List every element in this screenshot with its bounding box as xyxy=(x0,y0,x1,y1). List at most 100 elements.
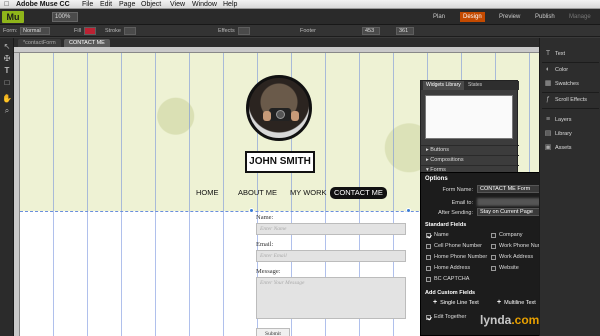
library-panel-icon: ▤ xyxy=(544,130,552,137)
submit-button[interactable]: Submit xyxy=(256,328,290,336)
workspace-publish[interactable]: Publish xyxy=(532,12,558,22)
fill-swatch[interactable] xyxy=(84,27,96,35)
checkbox-home-phone[interactable]: Home Phone Number xyxy=(426,254,487,260)
tab-widgets-library[interactable]: Widgets Library xyxy=(423,81,464,90)
menu-view[interactable]: View xyxy=(170,0,185,9)
form-state-select[interactable]: Normal xyxy=(20,27,50,35)
message-field-label: Message: xyxy=(256,268,281,275)
checkbox-icon xyxy=(491,232,496,238)
workspace-manage[interactable]: Manage xyxy=(566,12,594,22)
lynda-watermark: lynda.com xyxy=(480,313,540,327)
nav-contact-me[interactable]: CONTACT ME xyxy=(330,187,387,199)
menu-window[interactable]: Window xyxy=(192,0,217,9)
widget-category-compositions[interactable]: ▸ Compositions xyxy=(421,155,519,164)
plus-icon: + xyxy=(433,299,438,306)
form-name-label: Form Name: xyxy=(442,187,473,193)
menu-edit[interactable]: Edit xyxy=(100,0,112,9)
tab-states[interactable]: States xyxy=(465,81,485,90)
name-field[interactable]: Enter Name xyxy=(256,223,406,235)
app-name-menu[interactable]: Adobe Muse CC xyxy=(16,0,70,9)
dock-divider xyxy=(542,92,599,93)
widgets-library-panel: Widgets Library States ▸ Buttons ▸ Compo… xyxy=(420,80,519,175)
email-field[interactable]: Enter Email xyxy=(256,250,406,262)
app-bar: Mu 100% Plan Design Preview Publish Mana… xyxy=(0,9,600,25)
footer-label: Footer xyxy=(300,28,316,34)
workspace-design[interactable]: Design xyxy=(460,12,485,22)
text-panel-icon: T xyxy=(545,50,551,57)
rectangle-tool-icon[interactable]: □ xyxy=(2,78,12,88)
checkbox-icon xyxy=(491,254,496,260)
swatches-panel-icon: ▦ xyxy=(544,80,552,87)
checkbox-cell-phone[interactable]: Cell Phone Number xyxy=(426,243,482,249)
checkbox-home-address[interactable]: Home Address xyxy=(426,265,470,271)
nav-my-work[interactable]: MY WORK xyxy=(290,187,327,199)
layers-panel-icon: ≡ xyxy=(545,116,551,123)
plus-icon: + xyxy=(497,299,502,306)
selection-handle[interactable] xyxy=(249,208,254,213)
text-tool-icon[interactable]: T xyxy=(2,66,12,76)
checkbox-edit-together[interactable]: Edit Together xyxy=(426,314,466,320)
tools-panel: ↖ ✠ T □ ✋ ⌕ xyxy=(0,38,14,336)
zoom-select[interactable]: 100% xyxy=(52,12,78,22)
email-to-label: Email to: xyxy=(451,200,473,206)
dock-text[interactable]: T Text xyxy=(544,48,565,60)
checkbox-company[interactable]: Company xyxy=(491,232,523,238)
zoom-tool-icon[interactable]: ⌕ xyxy=(2,106,12,116)
nav-home[interactable]: HOME xyxy=(196,187,219,199)
stroke-swatch[interactable] xyxy=(124,27,136,35)
dock-library[interactable]: ▤ Library xyxy=(544,128,572,140)
menu-help[interactable]: Help xyxy=(223,0,237,9)
menu-page[interactable]: Page xyxy=(119,0,135,9)
menu-object[interactable]: Object xyxy=(141,0,161,9)
dock-divider xyxy=(542,62,599,63)
menu-bar:  Adobe Muse CC File Edit Page Object Vi… xyxy=(0,0,600,9)
selection-handle[interactable] xyxy=(406,208,411,213)
options-title: Options xyxy=(425,176,448,182)
widgets-panel-tabs: Widgets Library States xyxy=(421,81,519,90)
hand-tool-icon[interactable]: ✋ xyxy=(2,94,12,104)
checkbox-icon xyxy=(426,265,431,271)
dock-layers[interactable]: ≡ Layers xyxy=(544,114,572,126)
workspace-plan[interactable]: Plan xyxy=(430,12,448,22)
document-tabs: *contactForm CONTACT ME xyxy=(14,38,600,47)
menu-file[interactable]: File xyxy=(82,0,93,9)
muse-app:  Adobe Muse CC File Edit Page Object Vi… xyxy=(0,0,600,336)
dock-swatches[interactable]: ▦ Swatches xyxy=(544,78,579,90)
contact-form-widget[interactable]: Name: Enter Name Email: Enter Email Mess… xyxy=(249,208,411,336)
right-hand xyxy=(291,111,299,121)
tab-contactform[interactable]: *contactForm xyxy=(18,39,61,47)
nav-about-me[interactable]: ABOUT ME xyxy=(238,187,277,199)
workspace-preview[interactable]: Preview xyxy=(496,12,523,22)
apple-icon[interactable]:  xyxy=(4,0,9,9)
widget-category-buttons[interactable]: ▸ Buttons xyxy=(421,145,519,154)
y-field[interactable]: 361 xyxy=(396,27,414,35)
control-bar: Form: Normal Fill Stroke Effects Footer … xyxy=(0,25,600,37)
assets-panel-icon: ▣ xyxy=(544,144,552,151)
muse-logo: Mu xyxy=(2,11,24,23)
x-field[interactable]: 453 xyxy=(362,27,380,35)
checkbox-work-address[interactable]: Work Address xyxy=(491,254,533,260)
crop-tool-icon[interactable]: ✠ xyxy=(2,54,12,64)
effects-select[interactable] xyxy=(238,27,250,35)
checkbox-icon xyxy=(426,254,431,260)
checkbox-website[interactable]: Website xyxy=(491,265,519,271)
stroke-label: Stroke xyxy=(105,28,121,34)
after-sending-label: After Sending: xyxy=(438,210,473,216)
color-panel-icon: ◐ xyxy=(545,66,551,73)
tab-contact-me[interactable]: CONTACT ME xyxy=(64,39,110,47)
selection-tool-icon[interactable]: ↖ xyxy=(2,42,12,52)
effects-label: Effects xyxy=(218,28,235,34)
checkbox-name[interactable]: Name xyxy=(426,232,449,238)
add-multiline-button[interactable]: + Multiline Text xyxy=(497,299,536,306)
form-state-label: Form: xyxy=(3,28,18,34)
name-field-label: Name: xyxy=(256,214,274,221)
add-single-line-button[interactable]: + Single Line Text xyxy=(433,299,479,306)
dock-assets[interactable]: ▣ Assets xyxy=(544,142,572,154)
checkbox-bc-captcha[interactable]: BC CAPTCHA xyxy=(426,276,469,282)
dock-color[interactable]: ◐ Color xyxy=(544,64,568,76)
dock-scroll-effects[interactable]: ƒ Scroll Effects xyxy=(544,94,587,106)
message-field[interactable]: Enter Your Message xyxy=(256,277,406,319)
name-heading[interactable]: JOHN SMITH xyxy=(245,151,315,173)
profile-photo[interactable] xyxy=(246,75,312,141)
scroll-effects-icon: ƒ xyxy=(546,96,550,103)
